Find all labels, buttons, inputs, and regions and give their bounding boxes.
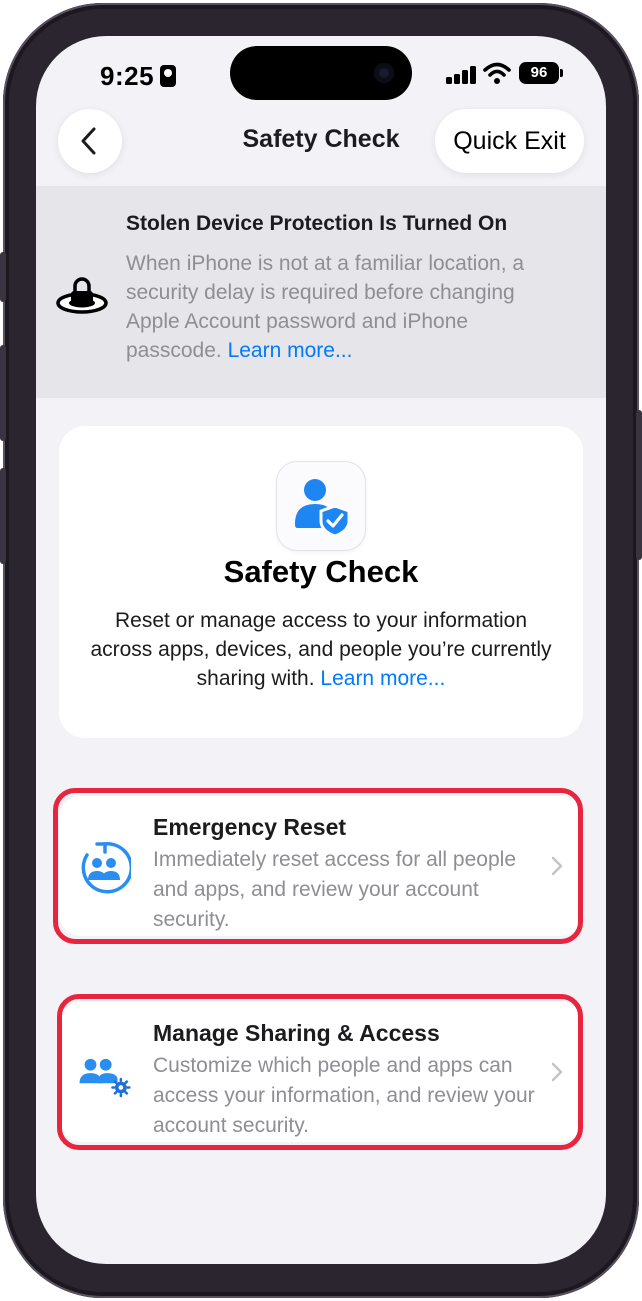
banner-body: When iPhone is not at a familiar locatio… <box>126 249 566 365</box>
back-button[interactable] <box>58 109 122 173</box>
safety-check-learn-more-link[interactable]: Learn more... <box>320 667 445 690</box>
safety-check-description: Reset or manage access to your informati… <box>89 606 553 693</box>
banner-title: Stolen Device Protection Is Turned On <box>126 212 508 235</box>
safety-check-title: Safety Check <box>223 554 419 589</box>
stolen-device-protection-banner: Stolen Device Protection Is Turned On Wh… <box>36 186 606 398</box>
action-button <box>0 252 6 302</box>
volume-up-button <box>0 345 6 441</box>
power-button <box>636 410 642 560</box>
wifi-icon <box>483 61 511 85</box>
cellular-signal-icon <box>446 66 478 84</box>
manage-sharing-access-highlight <box>57 994 583 1150</box>
emergency-reset-highlight <box>53 788 583 944</box>
chevron-left-icon <box>81 127 96 155</box>
banner-learn-more-link[interactable]: Learn more... <box>228 339 353 362</box>
lock-on-disc-icon <box>56 277 108 314</box>
dynamic-island <box>230 46 412 100</box>
status-time: 9:25 <box>100 61 155 91</box>
page-title: Safety Check <box>242 125 400 153</box>
focus-mode-icon <box>160 65 176 87</box>
screen: 9:25 96 Safety Check Quick Exit Stolen D… <box>36 36 606 1264</box>
camera-icon <box>374 63 394 83</box>
volume-down-button <box>0 468 6 564</box>
person-shield-icon <box>277 462 365 550</box>
battery-indicator: 96 <box>519 62 563 84</box>
safety-check-card: Safety Check Reset or manage access to y… <box>59 426 583 738</box>
quick-exit-button[interactable]: Quick Exit <box>435 109 584 173</box>
